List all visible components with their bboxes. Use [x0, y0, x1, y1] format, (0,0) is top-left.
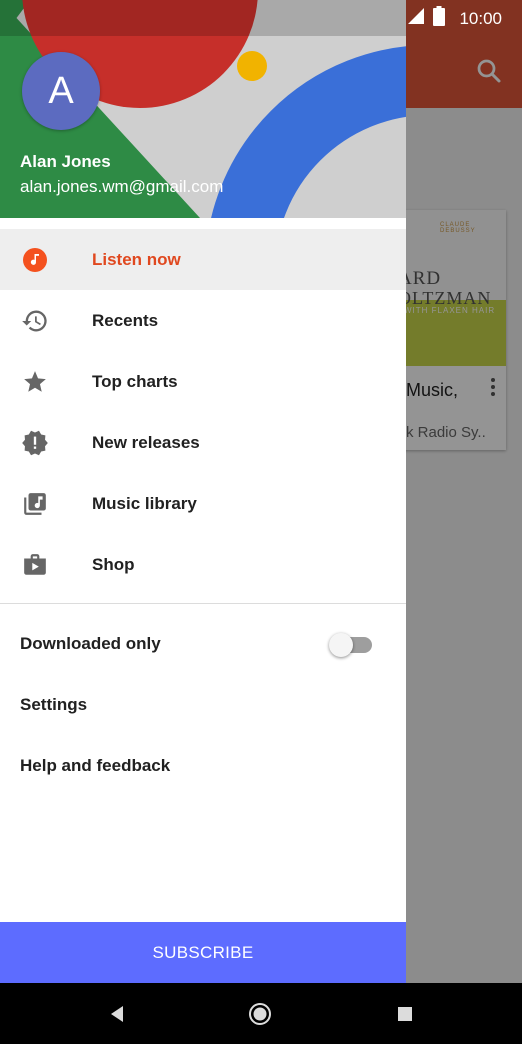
nav-item-new-releases[interactable]: New releases — [0, 412, 406, 473]
music-library-icon — [21, 490, 49, 518]
shop-icon — [21, 551, 49, 579]
downloaded-only-label: Downloaded only — [20, 634, 161, 653]
settings-item[interactable]: Settings — [0, 675, 406, 736]
new-releases-icon — [21, 429, 49, 457]
settings-label: Settings — [20, 695, 88, 714]
downloaded-only-toggle[interactable] — [329, 633, 372, 657]
status-bar: 10:00 — [0, 0, 522, 36]
status-time: 10:00 — [459, 8, 502, 28]
user-email[interactable]: alan.jones.wm@gmail.com — [20, 177, 223, 197]
nav-item-recents[interactable]: Recents — [0, 290, 406, 351]
help-feedback-label: Help and feedback — [20, 756, 171, 775]
nav-label: Top charts — [92, 371, 178, 391]
downloaded-only-row[interactable]: Downloaded only — [0, 614, 406, 675]
back-icon[interactable] — [104, 1001, 130, 1027]
drawer-divider — [0, 603, 406, 604]
star-icon — [21, 368, 49, 396]
overview-icon[interactable] — [392, 1001, 418, 1027]
subscribe-button[interactable]: SUBSCRIBE — [0, 922, 406, 983]
nav-label: New releases — [92, 432, 200, 452]
system-nav-bar — [0, 983, 522, 1044]
nav-label: Shop — [92, 554, 135, 574]
avatar[interactable]: A — [22, 52, 100, 130]
nav-label: Listen now — [92, 249, 181, 269]
nav-label: Music library — [92, 493, 197, 513]
nav-item-music-library[interactable]: Music library — [0, 473, 406, 534]
battery-icon — [433, 6, 446, 31]
nav-item-shop[interactable]: Shop — [0, 534, 406, 595]
nav-label: Recents — [92, 310, 159, 330]
nav-item-listen-now[interactable]: Listen now — [0, 229, 406, 290]
user-name: Alan Jones — [20, 152, 111, 171]
navigation-drawer: A Alan Jones alan.jones.wm@gmail.com Lis… — [0, 0, 406, 983]
home-icon[interactable] — [247, 1001, 273, 1027]
drawer-nav-list: Listen now Recents Top charts New releas… — [0, 229, 406, 595]
help-feedback-item[interactable]: Help and feedback — [0, 736, 406, 797]
wifi-icon — [407, 7, 425, 30]
history-icon — [21, 307, 49, 335]
nav-item-top-charts[interactable]: Top charts — [0, 351, 406, 412]
listen-now-icon — [21, 246, 49, 274]
